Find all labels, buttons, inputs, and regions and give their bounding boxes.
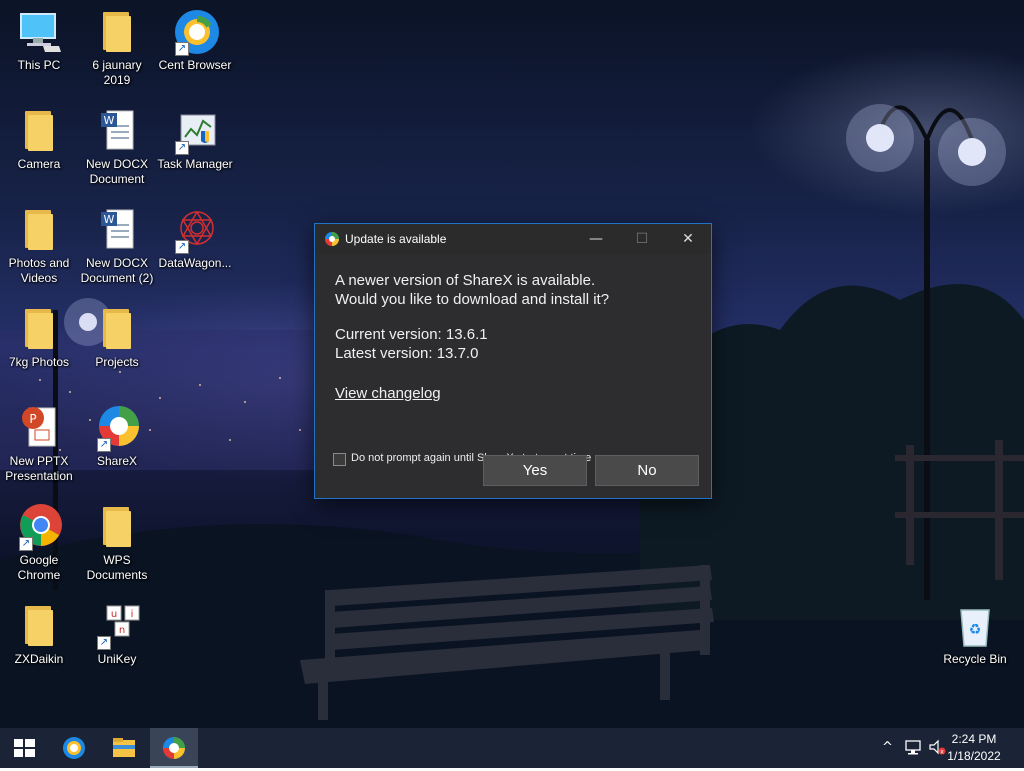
desktop-icon-photos-and-videos[interactable]: Photos and Videos [0, 206, 78, 286]
no-button[interactable]: No [595, 455, 699, 486]
desktop-icon-cent-browser[interactable]: ↗ Cent Browser [156, 8, 234, 73]
shortcut-arrow-icon: ↗ [97, 438, 111, 452]
sharex-icon [163, 737, 185, 759]
update-message-line2: Would you like to download and install i… [335, 291, 610, 308]
file-explorer-icon [113, 738, 135, 757]
desktop-icon-label: Google Chrome [17, 553, 61, 582]
desktop-icon-recycle-bin[interactable]: ♻ Recycle Bin [936, 602, 1014, 667]
clock-time: 2:24 PM [951, 732, 997, 746]
folder-icon [93, 8, 141, 56]
tray-chevron-icon[interactable]: ^ [882, 740, 893, 755]
desktop-icon-label: Recycle Bin [943, 652, 1007, 666]
desktop-icon-unikey[interactable]: u in ↗ UniKey [78, 602, 156, 667]
desktop-icon-label: UniKey [97, 652, 137, 666]
folder-icon [93, 503, 141, 551]
desktop-icon-label: 6 jaunary 2019 [92, 58, 142, 87]
desktop-icon-label: DataWagon... [158, 256, 232, 270]
svg-text:W: W [104, 114, 115, 127]
taskbar-clock[interactable]: 2:24 PM 1/18/2022 [934, 731, 1014, 765]
desktop-icon-zxdaikin[interactable]: ZXDaikin [0, 602, 78, 667]
chrome-icon: ↗ [15, 503, 63, 551]
start-button[interactable] [0, 728, 48, 768]
folder-icon [15, 206, 63, 254]
desktop-icon-label: ShareX [96, 454, 138, 468]
desktop-icon-label: New DOCX Document (2) [80, 256, 154, 285]
close-button[interactable]: ✕ [665, 224, 711, 254]
folder-icon [15, 305, 63, 353]
folder-icon [15, 107, 63, 155]
desktop-icon-label: 7kg Photos [8, 355, 70, 369]
task-manager-icon: ↗ [171, 107, 219, 155]
unikey-icon: u in ↗ [93, 602, 141, 650]
desktop-icon-6-jaunary-2019[interactable]: 6 jaunary 2019 [78, 8, 156, 88]
shortcut-arrow-icon: ↗ [97, 636, 111, 650]
desktop-icon-label: New PPTX Presentation [5, 454, 73, 483]
do-not-prompt-checkbox[interactable] [333, 453, 346, 466]
current-version-text: Current version: 13.6.1 [335, 326, 488, 343]
shortcut-arrow-icon: ↗ [19, 537, 33, 551]
taskbar-cent-browser[interactable] [50, 728, 98, 768]
desktop-icon-wps-documents[interactable]: WPS Documents [78, 503, 156, 583]
svg-text:u: u [111, 609, 117, 620]
desktop-icon-sharex[interactable]: ↗ ShareX [78, 404, 156, 469]
desktop-icon-label: This PC [17, 58, 61, 72]
svg-text:♻: ♻ [969, 622, 982, 638]
desktop-icon-label: Photos and Videos [8, 256, 70, 285]
desktop-icon-datawagon[interactable]: ↗ DataWagon... [156, 206, 234, 271]
desktop-icon-label: ZXDaikin [14, 652, 64, 666]
powerpoint-icon: P [15, 404, 63, 452]
dialog-body: A newer version of ShareX is available. … [315, 254, 711, 498]
taskbar: ^ x 2:24 PM 1/18/2022 [0, 728, 1024, 768]
desktop-icon-7kg-photos[interactable]: 7kg Photos [0, 305, 78, 370]
clock-date: 1/18/2022 [947, 749, 1001, 763]
maximize-button: ☐ [635, 231, 649, 247]
desktop-icon-new-pptx-presentation[interactable]: P New PPTX Presentation [0, 404, 78, 484]
cent-browser-icon: ↗ [171, 8, 219, 56]
svg-text:W: W [104, 213, 115, 226]
desktop-icon-label: New DOCX Document [85, 157, 148, 186]
desktop-icon-google-chrome[interactable]: ↗ Google Chrome [0, 503, 78, 583]
desktop-icon-new-docx-document[interactable]: W New DOCX Document [78, 107, 156, 187]
word-document-icon: W [93, 206, 141, 254]
sharex-icon [324, 231, 340, 247]
folder-icon [93, 305, 141, 353]
desktop-icon-label: Task Manager [157, 157, 233, 171]
update-dialog[interactable]: Update is available — ☐ ✕ A newer versio… [314, 223, 712, 499]
desktop-icon-label: WPS Documents [86, 553, 148, 582]
desktop-icon-this-pc[interactable]: This PC [0, 8, 78, 73]
network-icon[interactable] [904, 738, 922, 760]
shortcut-arrow-icon: ↗ [175, 240, 189, 254]
svg-text:n: n [119, 625, 125, 636]
dialog-titlebar[interactable]: Update is available — ☐ ✕ [315, 224, 711, 254]
folder-icon [15, 602, 63, 650]
sharex-icon: ↗ [93, 404, 141, 452]
desktop-icon-label: Cent Browser [158, 58, 232, 72]
desktop-icon-label: Camera [17, 157, 61, 171]
svg-text:P: P [29, 412, 36, 426]
update-message-line1: A newer version of ShareX is available. [335, 272, 596, 289]
windows-start-icon [14, 739, 35, 757]
desktop-icon-task-manager[interactable]: ↗ Task Manager [156, 107, 234, 172]
desktop-icon-label: Projects [95, 355, 139, 369]
shortcut-arrow-icon: ↗ [175, 42, 189, 56]
taskbar-sharex[interactable] [150, 728, 198, 768]
latest-version-text: Latest version: 13.7.0 [335, 345, 479, 362]
taskbar-file-explorer[interactable] [100, 728, 148, 768]
minimize-button[interactable]: — [573, 224, 619, 254]
recycle-bin-icon: ♻ [951, 602, 999, 650]
yes-button[interactable]: Yes [483, 455, 587, 486]
shortcut-arrow-icon: ↗ [175, 141, 189, 155]
cent-browser-icon [63, 737, 85, 759]
svg-text:i: i [131, 609, 134, 620]
view-changelog-link[interactable]: View changelog [335, 384, 441, 403]
word-document-icon: W [93, 107, 141, 155]
datawagon-icon: ↗ [171, 206, 219, 254]
dialog-title: Update is available [345, 232, 447, 246]
computer-icon [15, 8, 63, 56]
desktop-icon-projects[interactable]: Projects [78, 305, 156, 370]
desktop-icon-new-docx-document-2[interactable]: W New DOCX Document (2) [78, 206, 156, 286]
desktop-icon-camera[interactable]: Camera [0, 107, 78, 172]
